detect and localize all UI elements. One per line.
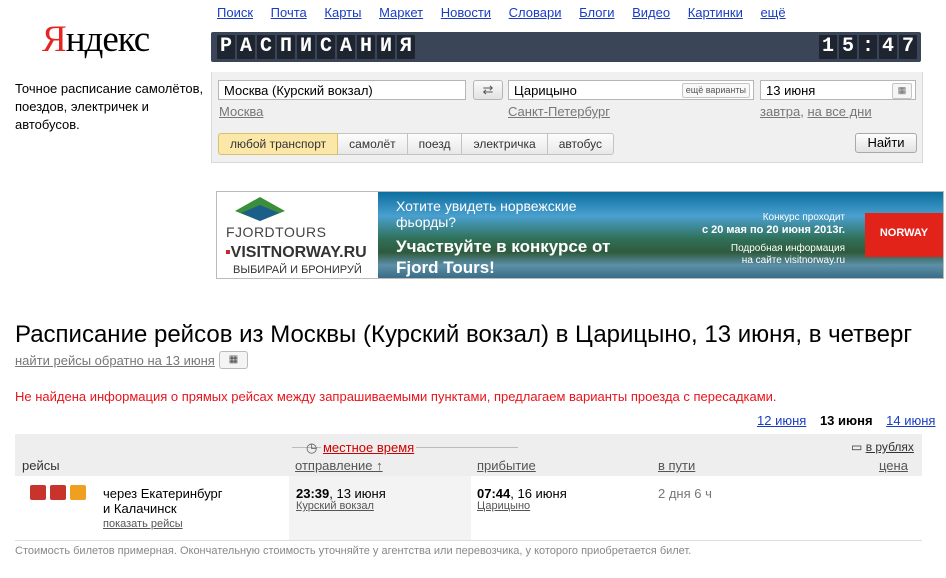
clock-tile: : — [859, 35, 877, 59]
bus-icon — [50, 485, 66, 500]
search-panel: Москва (Курский вокзал) ⇄ Царицыно ещё в… — [211, 72, 923, 163]
title-tile: Н — [357, 35, 375, 59]
arrival-station[interactable]: Царицыно — [477, 500, 530, 512]
route-description: через Екатеринбург и Калачинск — [103, 486, 223, 516]
date-hints: завтра, на все дни — [760, 104, 872, 119]
clock: 1 5 : 4 7 — [819, 35, 917, 59]
to-hint[interactable]: Санкт-Петербург — [508, 104, 610, 119]
title-tile: С — [257, 35, 275, 59]
date-hint-tomorrow[interactable]: завтра — [760, 104, 800, 119]
nav-news[interactable]: Новости — [441, 5, 491, 20]
nav-mail[interactable]: Почта — [271, 5, 307, 20]
calendar-icon[interactable]: ▦ — [892, 83, 912, 99]
travel-duration: 2 дня 6 ч — [658, 486, 712, 501]
return-trip-link[interactable]: найти рейсы обратно на 13 июня — [15, 353, 215, 368]
nav-market[interactable]: Маркет — [379, 5, 423, 20]
visitnorway-sub: ВЫБИРАЙ И БРОНИРУЙ — [233, 264, 362, 276]
norway-logo: NORWAY — [865, 213, 943, 257]
banner-cta: Участвуйте в конкурсе от Fjord Tours! — [396, 237, 611, 277]
fjordtours-brand: FJORDTOURS — [226, 224, 327, 240]
date-value: 13 июня — [766, 83, 816, 98]
swap-icon[interactable]: ⇄ — [473, 80, 503, 100]
results-table-header: рейсы отправление ↑ прибытие в пути цена — [15, 434, 922, 476]
clock-icon: ◷ — [306, 440, 318, 455]
ad-banner[interactable]: FJORDTOURS ▪VISITNORWAY.RU ВЫБИРАЙ И БРО… — [216, 191, 944, 279]
banner-left: FJORDTOURS ▪VISITNORWAY.RU ВЫБИРАЙ И БРО… — [217, 192, 378, 278]
find-button[interactable]: Найти — [855, 133, 917, 153]
title-tile: А — [337, 35, 355, 59]
clock-tile: 7 — [899, 35, 917, 59]
fjordtours-logo-icon — [235, 197, 285, 221]
title-tile: Р — [217, 35, 235, 59]
nav-video[interactable]: Видео — [632, 5, 670, 20]
departure-time: 23:39, 13 июня — [296, 486, 386, 501]
nav-more[interactable]: ещё — [760, 5, 785, 20]
clock-tile: 5 — [839, 35, 857, 59]
title-tile: И — [297, 35, 315, 59]
banner-contest: Конкурс проходит с 20 мая по 20 июня 201… — [701, 212, 845, 266]
service-title-bar: Р А С П И С А Н И Я 1 5 : 4 7 — [211, 32, 921, 62]
title-tile: И — [377, 35, 395, 59]
logo-rest: ндекс — [65, 19, 151, 60]
clock-tile: 1 — [819, 35, 837, 59]
from-hint[interactable]: Москва — [219, 104, 263, 119]
service-title[interactable]: Р А С П И С А Н И Я — [217, 35, 415, 59]
from-field[interactable]: Москва (Курский вокзал) — [218, 80, 466, 100]
date-next[interactable]: 14 июня — [886, 413, 935, 428]
banner-photo: Хотите увидеть норвежские фьорды? Участв… — [378, 192, 943, 278]
mode-suburban[interactable]: электричка — [462, 133, 548, 155]
nav-search[interactable]: Поиск — [217, 5, 253, 20]
col-arrival[interactable]: прибытие — [477, 458, 536, 473]
mode-plane[interactable]: самолёт — [338, 133, 408, 155]
visitnorway-logo: ▪VISITNORWAY.RU — [225, 244, 367, 261]
more-variants-button[interactable]: ещё варианты — [681, 83, 750, 98]
banner-question: Хотите увидеть норвежские фьорды? — [396, 198, 577, 230]
arrival-time: 07:44, 16 июня — [477, 486, 567, 501]
to-field[interactable]: Царицыно ещё варианты — [508, 80, 754, 100]
title-tile: А — [237, 35, 255, 59]
mode-bus[interactable]: автобус — [547, 133, 615, 155]
divider — [15, 540, 922, 541]
date-field[interactable]: 13 июня ▦ — [760, 80, 916, 100]
visitnorway-text: VISITNORWAY.RU — [230, 244, 367, 261]
title-tile: С — [317, 35, 335, 59]
col-travel-time[interactable]: в пути — [658, 458, 695, 473]
clock-tile: 4 — [879, 35, 897, 59]
currency-icon: ▭ — [851, 440, 863, 454]
currency-toggle[interactable]: ▭ в рублях — [851, 440, 914, 454]
title-tile: П — [277, 35, 295, 59]
top-nav: Поиск Почта Карты Маркет Новости Словари… — [217, 5, 800, 20]
yandex-logo[interactable]: Яндекс — [42, 19, 151, 60]
no-direct-warning: Не найдена информация о прямых рейсах ме… — [15, 389, 777, 404]
col-trips: рейсы — [22, 458, 60, 473]
tagline: Точное расписание самолётов, поездов, эл… — [15, 81, 204, 132]
bus-icon — [30, 485, 46, 500]
calendar-icon[interactable]: ▦ — [219, 351, 248, 369]
nav-images[interactable]: Картинки — [688, 5, 743, 20]
mode-train[interactable]: поезд — [407, 133, 463, 155]
nav-blogs[interactable]: Блоги — [579, 5, 614, 20]
show-trips-link[interactable]: показать рейсы — [103, 518, 183, 530]
mode-any[interactable]: любой транспорт — [218, 133, 339, 155]
local-time-toggle[interactable]: ◷ местное время — [306, 440, 417, 456]
col-departure[interactable]: отправление ↑ — [295, 458, 383, 473]
page-title: Расписание рейсов из Москвы (Курский вок… — [15, 321, 913, 348]
date-prev[interactable]: 12 июня — [757, 413, 806, 428]
date-nav: 12 июня 13 июня 14 июня — [747, 413, 935, 428]
title-tile: Я — [397, 35, 415, 59]
price-disclaimer: Стоимость билетов примерная. Окончательн… — [15, 545, 692, 557]
bus-icon — [70, 485, 86, 500]
transport-modes: любой транспорт самолёт поезд электричка… — [218, 133, 615, 155]
departure-station[interactable]: Курский вокзал — [296, 500, 374, 512]
date-hint-all[interactable]: на все дни — [807, 104, 871, 119]
logo-letter: Я — [42, 19, 67, 60]
col-price[interactable]: цена — [879, 458, 908, 473]
date-current: 13 июня — [819, 413, 873, 428]
nav-dictionaries[interactable]: Словари — [509, 5, 562, 20]
nav-maps[interactable]: Карты — [324, 5, 361, 20]
to-value: Царицыно — [514, 83, 577, 98]
